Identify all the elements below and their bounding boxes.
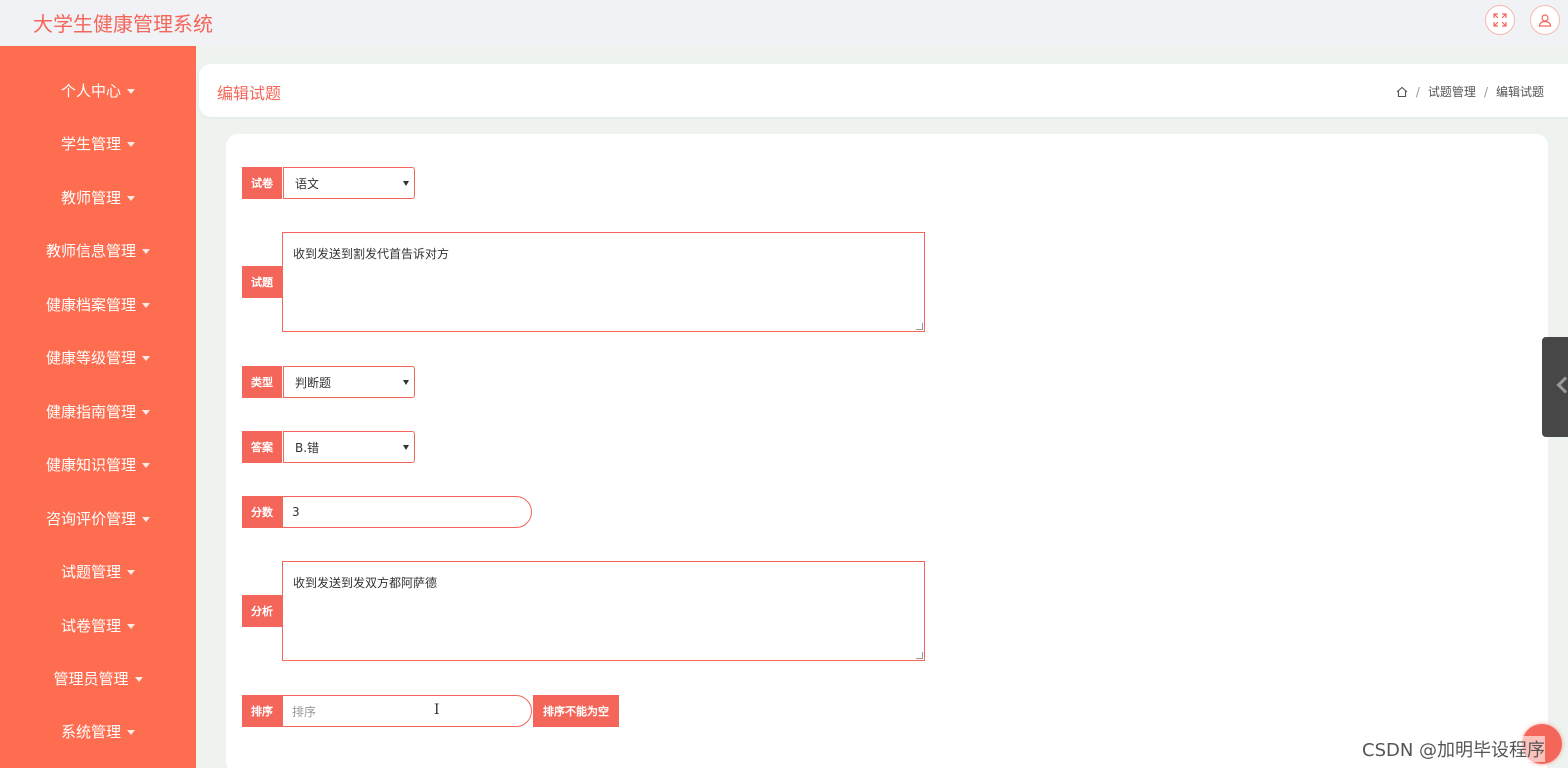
caret-down-icon (142, 409, 150, 415)
caret-down-icon (142, 462, 150, 468)
breadcrumb-item[interactable]: 试题管理 (1428, 83, 1476, 100)
sidebar-item-label: 学生管理 (60, 134, 121, 153)
analysis-label: 分析 (242, 595, 282, 627)
dropdown-arrow-icon (403, 445, 409, 450)
side-panel-toggle[interactable] (1542, 337, 1568, 437)
sidebar-item-teacher-info[interactable]: 教师信息管理 (0, 230, 196, 270)
breadcrumb-item-current: 编辑试题 (1495, 85, 1544, 99)
question-label: 试题 (242, 266, 282, 298)
breadcrumb-separator: / (1415, 84, 1420, 99)
sidebar-item-health-records[interactable]: 健康档案管理 (0, 284, 196, 324)
type-label: 类型 (242, 366, 282, 398)
caret-down-icon (127, 195, 135, 201)
dropdown-arrow-icon (403, 181, 409, 186)
sidebar-item-label: 教师信息管理 (45, 241, 136, 260)
score-label: 分数 (242, 496, 282, 528)
sort-error-message: 排序不能为空 (533, 695, 619, 727)
dropdown-arrow-icon (403, 380, 409, 385)
caret-down-icon (127, 569, 135, 575)
caret-down-icon (142, 302, 150, 308)
sidebar-item-papers[interactable]: 试卷管理 (0, 605, 196, 645)
sidebar-item-label: 个人中心 (60, 81, 121, 100)
sidebar-item-health-levels[interactable]: 健康等级管理 (0, 337, 196, 377)
page-title: 编辑试题 (217, 84, 282, 103)
breadcrumb: / 试题管理 / 编辑试题 (1396, 83, 1544, 100)
sidebar-item-personal-center[interactable]: 个人中心 (0, 70, 196, 110)
sort-input[interactable]: 排序 (282, 695, 532, 727)
user-icon[interactable] (1530, 5, 1560, 35)
sidebar-item-teachers[interactable]: 教师管理 (0, 177, 196, 217)
caret-down-icon (134, 676, 143, 682)
sort-label: 排序 (242, 695, 282, 727)
caret-down-icon (142, 248, 150, 254)
app-title: 大学生健康管理系统 (33, 12, 213, 36)
type-select[interactable]: 判断题 (283, 366, 415, 398)
answer-select[interactable]: B.错 (283, 431, 415, 463)
breadcrumb-separator: / (1483, 84, 1488, 99)
score-input[interactable]: 3 (282, 496, 532, 528)
paper-select-value: 语文 (295, 176, 320, 191)
sidebar-item-label: 教师管理 (60, 188, 121, 207)
question-textarea[interactable]: 收到发送到割发代首告诉对方 (282, 232, 925, 332)
answer-label: 答案 (242, 431, 282, 463)
caret-down-icon (127, 88, 135, 94)
fullscreen-icon[interactable] (1485, 5, 1515, 35)
sidebar-item-label: 咨询评价管理 (45, 509, 136, 528)
sidebar-item-label: 健康档案管理 (45, 295, 136, 314)
question-text: 收到发送到割发代首告诉对方 (293, 247, 450, 261)
score-value: 3 (292, 505, 300, 519)
sidebar-item-label: 健康等级管理 (45, 348, 136, 367)
resize-grip-icon[interactable] (916, 323, 923, 330)
caret-down-icon (127, 141, 135, 147)
paper-select[interactable]: 语文 (283, 167, 415, 199)
sidebar: 个人中心 学生管理 教师管理 教师信息管理 健康档案管理 健康等级管理 健康指南… (0, 46, 196, 768)
sidebar-item-label: 健康指南管理 (45, 402, 136, 421)
resize-grip-icon[interactable] (916, 652, 923, 659)
analysis-text: 收到发送到发双方都阿萨德 (293, 576, 438, 590)
sidebar-item-label: 管理员管理 (53, 669, 129, 688)
sidebar-item-students[interactable]: 学生管理 (0, 123, 196, 163)
caret-down-icon (127, 729, 135, 735)
text-cursor-icon: I (434, 702, 440, 718)
sidebar-item-admins[interactable]: 管理员管理 (0, 658, 196, 698)
answer-select-value: B.错 (295, 440, 320, 455)
sidebar-item-label: 试题管理 (60, 562, 121, 581)
paper-label: 试卷 (242, 167, 282, 199)
sidebar-item-label: 健康知识管理 (45, 455, 136, 474)
type-select-value: 判断题 (295, 375, 332, 390)
page-title-bar: 编辑试题 / 试题管理 / 编辑试题 (199, 64, 1568, 117)
top-header: 大学生健康管理系统 (0, 0, 1568, 46)
sidebar-item-label: 试卷管理 (60, 616, 121, 635)
edit-question-form (226, 134, 1548, 768)
sidebar-item-questions[interactable]: 试题管理 (0, 551, 196, 591)
sidebar-item-label: 系统管理 (60, 722, 121, 741)
sidebar-item-health-knowledge[interactable]: 健康知识管理 (0, 444, 196, 484)
sort-placeholder: 排序 (292, 704, 317, 719)
chevron-left-icon (1556, 376, 1568, 394)
caret-down-icon (142, 355, 150, 361)
caret-down-icon (142, 516, 150, 522)
home-icon[interactable] (1396, 86, 1408, 98)
sidebar-item-system[interactable]: 系统管理 (0, 711, 196, 751)
sidebar-item-consult-reviews[interactable]: 咨询评价管理 (0, 498, 196, 538)
caret-down-icon (127, 623, 135, 629)
sidebar-item-health-guides[interactable]: 健康指南管理 (0, 391, 196, 431)
analysis-textarea[interactable]: 收到发送到发双方都阿萨德 (282, 561, 925, 661)
watermark: CSDN @加明毕设程序 (1362, 736, 1546, 762)
